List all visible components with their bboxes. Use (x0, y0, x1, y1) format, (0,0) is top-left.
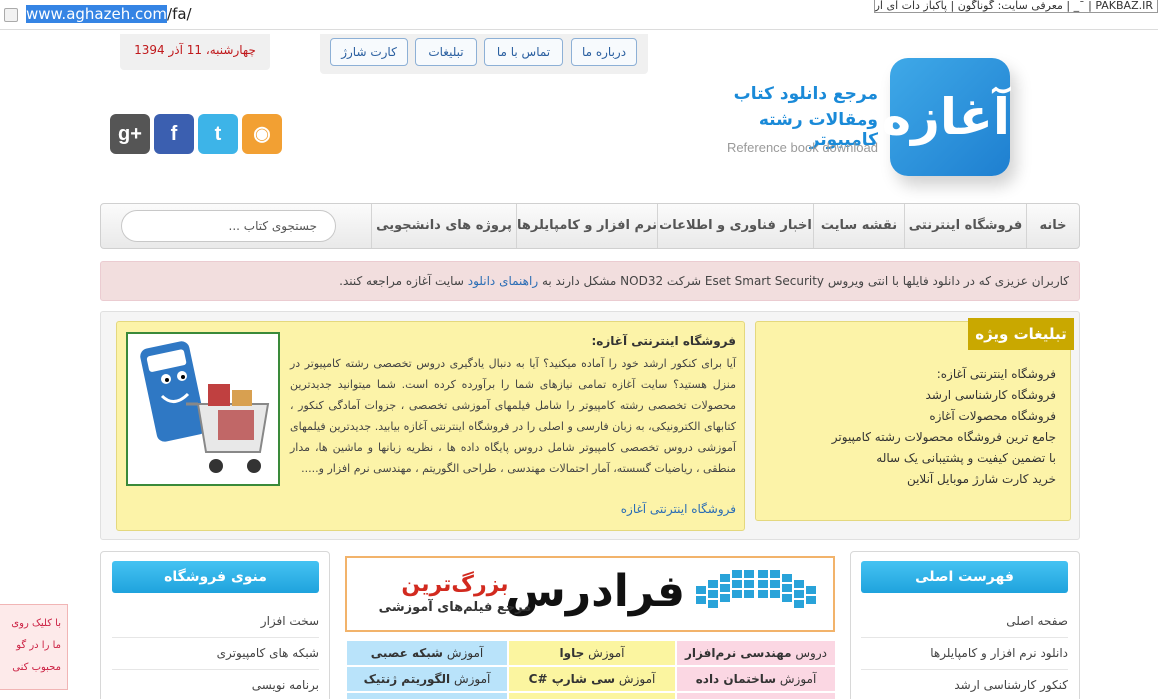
course-name: جاوا (559, 646, 585, 660)
about-us-button[interactable]: درباره ما (571, 38, 637, 66)
url-host: www.aghazeh.com (26, 5, 168, 23)
alert-text-2: سایت آغازه مراجعه کنند. (339, 274, 464, 288)
nav-student-projects[interactable]: پروژه های دانشجویی (371, 204, 516, 248)
course-neural-network[interactable]: آموزش شبکه عصبی (347, 641, 507, 665)
store-intro-text: آیا برای کنکور ارشد خود را آماده میکنید؟… (290, 357, 736, 475)
top-links-bar: درباره ما تماس با ما تبلیغات کارت شارژ (320, 34, 648, 74)
tagline-english: Reference book download (726, 140, 878, 155)
course-prefix: آموزش (453, 672, 491, 686)
course-name: مهندسی نرم‌افزار (685, 646, 792, 660)
course-name: سی شارپ #C (528, 672, 616, 686)
store-link[interactable]: فروشگاه اینترنتی آغازه (290, 502, 736, 516)
course-prefix: آموزش (446, 646, 484, 660)
twitter-icon[interactable]: t (198, 114, 238, 154)
url-path: /fa/ (167, 5, 192, 23)
side-notice-line: محبوب کنی (12, 662, 61, 673)
course-prefix: آموزش (779, 672, 817, 686)
charge-card-button[interactable]: کارت شارژ (330, 38, 408, 66)
special-ads-title: تبلیغات ویژه (968, 318, 1074, 350)
ad-link-products-store[interactable]: فروشگاه محصولات آغازه (756, 409, 1056, 423)
shopping-cart-image (126, 332, 280, 486)
main-menu-item-software[interactable]: دانلود نرم افزار و کامپایلرها (861, 638, 1068, 670)
shop-menu-title: منوی فروشگاه (112, 561, 319, 593)
course-name: شبکه عصبی (370, 646, 443, 660)
nav-home[interactable]: خانه (1026, 204, 1079, 248)
ad-line-store-label: فروشگاه اینترنتی آغازه: (936, 367, 1056, 381)
ad-link-masters-store[interactable]: فروشگاه کارشناسی ارشد (756, 388, 1056, 402)
side-notice[interactable]: با کلیک روی ما را در گو محبوب کنی (0, 604, 68, 690)
main-menu-title: فهرست اصلی (861, 561, 1068, 593)
course-data-structures[interactable]: آموزش ساختمان داده (677, 667, 835, 691)
store-intro-title: فروشگاه اینترنتی آغازه: (591, 334, 736, 348)
ad-line-description: جامع ترین فروشگاه محصولات رشته کامپیوتر (831, 430, 1056, 444)
google-plus-icon[interactable]: g+ (110, 114, 150, 154)
ad-link-charge-card[interactable]: خرید کارت شارژ موبایل آنلاین (756, 472, 1056, 486)
download-alert: کاربران عزیزی که در دانلود فایلها با انت… (100, 261, 1080, 301)
banner-brand: فرادرس (505, 566, 685, 617)
tagline-line-1: مرجع دانلود کتاب (733, 84, 878, 104)
page-favicon (4, 8, 18, 22)
course-row-partial (347, 693, 507, 699)
advertising-button[interactable]: تبلیغات (415, 38, 477, 66)
book-grid-icon (696, 570, 816, 608)
course-row-partial (509, 693, 675, 699)
facebook-icon[interactable]: f (154, 114, 194, 154)
contact-us-button[interactable]: تماس با ما (484, 38, 563, 66)
nav-online-store[interactable]: فروشگاه اینترنتی (904, 204, 1026, 248)
rss-icon[interactable]: ◉ (242, 114, 282, 154)
url-text[interactable]: www.aghazeh.com/fa/ (26, 5, 192, 23)
course-prefix: آموزش (588, 646, 625, 660)
alert-text-1: کاربران عزیزی که در دانلود فایلها با انت… (541, 274, 1069, 288)
tooltip-page-title: PAKBAZ.IR | ¯_ | معرفی سایت: گوناگون | پ… (874, 0, 1158, 13)
cart-illustration (140, 341, 270, 473)
course-prefix: دروس (795, 646, 827, 660)
side-notice-line: ما را در گو (16, 640, 61, 651)
nav-sitemap[interactable]: نقشه سایت (813, 204, 904, 248)
search-input[interactable]: جستجوی کتاب ... (121, 210, 336, 242)
main-menu-item-masters-exam[interactable]: کنکور کارشناسی ارشد (861, 670, 1068, 699)
logo-mark: آغازه (881, 88, 1010, 146)
shop-menu-item-programming[interactable]: برنامه نویسی (112, 670, 319, 699)
nav-tech-news[interactable]: اخبار فناوری و اطلاعات (657, 204, 813, 248)
current-date: چهارشنبه، 11 آذر 1394 (120, 34, 270, 70)
download-guide-link[interactable]: راهنمای دانلود (468, 274, 538, 288)
main-menu-item-home[interactable]: صفحه اصلی (861, 606, 1068, 638)
ad-line-guarantee: با تضمین کیفیت و پشتیبانی یک ساله (876, 451, 1056, 465)
shop-menu-item-hardware[interactable]: سخت افزار (112, 606, 319, 638)
side-notice-line: با کلیک روی (11, 618, 61, 629)
course-software-engineering[interactable]: دروس مهندسی نرم‌افزار (677, 641, 835, 665)
site-logo[interactable]: آغازه (881, 58, 1010, 176)
course-name: ساختمان داده (695, 672, 777, 686)
banner-headline: بزرگ‌ترین (401, 572, 509, 597)
course-genetic-algorithm[interactable]: آموزش الگوریتم ژنتیک (347, 667, 507, 691)
course-csharp[interactable]: آموزش سی شارپ #C (509, 667, 675, 691)
banner-subline: مرجع فیلم‌های آموزشی (378, 600, 532, 615)
course-row-partial (677, 693, 835, 699)
course-name: الگوریتم ژنتیک (363, 672, 451, 686)
course-java[interactable]: آموزش جاوا (509, 641, 675, 665)
nav-software-compilers[interactable]: نرم افزار و کامپایلرها (516, 204, 657, 248)
shop-menu-item-networks[interactable]: شبکه های کامپیوتری (112, 638, 319, 670)
course-prefix: آموزش (618, 672, 656, 686)
